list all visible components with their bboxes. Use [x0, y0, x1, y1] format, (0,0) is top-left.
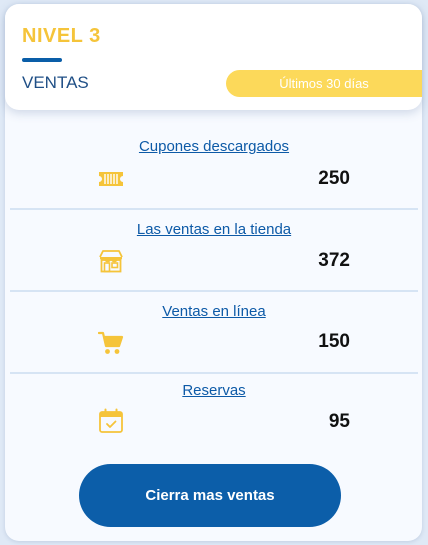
section-title: VENTAS: [22, 73, 89, 92]
period-badge: Últimos 30 días: [226, 70, 422, 97]
metric-row-online-sales: Ventas en línea 150: [10, 292, 418, 374]
level-label: NIVEL 3: [22, 25, 101, 47]
store-sales-value: 372: [318, 250, 350, 271]
reservations-link[interactable]: Reservas: [10, 382, 418, 399]
store-sales-link[interactable]: Las ventas en la tienda: [10, 221, 418, 238]
cart-icon: [97, 330, 124, 356]
level-underline: [22, 58, 62, 62]
close-more-sales-button[interactable]: Cierra mas ventas: [79, 464, 341, 527]
metric-row-reservations: Reservas 95: [10, 372, 418, 452]
metric-row-coupons: Cupones descargados 250: [10, 128, 418, 210]
online-sales-link[interactable]: Ventas en línea: [10, 303, 418, 320]
header-card: NIVEL 3 VENTAS Últimos 30 días: [5, 4, 422, 110]
ticket-icon: [98, 166, 124, 192]
coupons-link[interactable]: Cupones descargados: [10, 138, 418, 155]
reservations-value: 95: [328, 411, 350, 432]
store-icon: [98, 248, 124, 274]
online-sales-value: 150: [318, 331, 350, 352]
metric-row-store-sales: Las ventas en la tienda 372: [10, 210, 418, 292]
calendar-icon: [98, 408, 124, 434]
coupons-value: 250: [318, 168, 350, 189]
